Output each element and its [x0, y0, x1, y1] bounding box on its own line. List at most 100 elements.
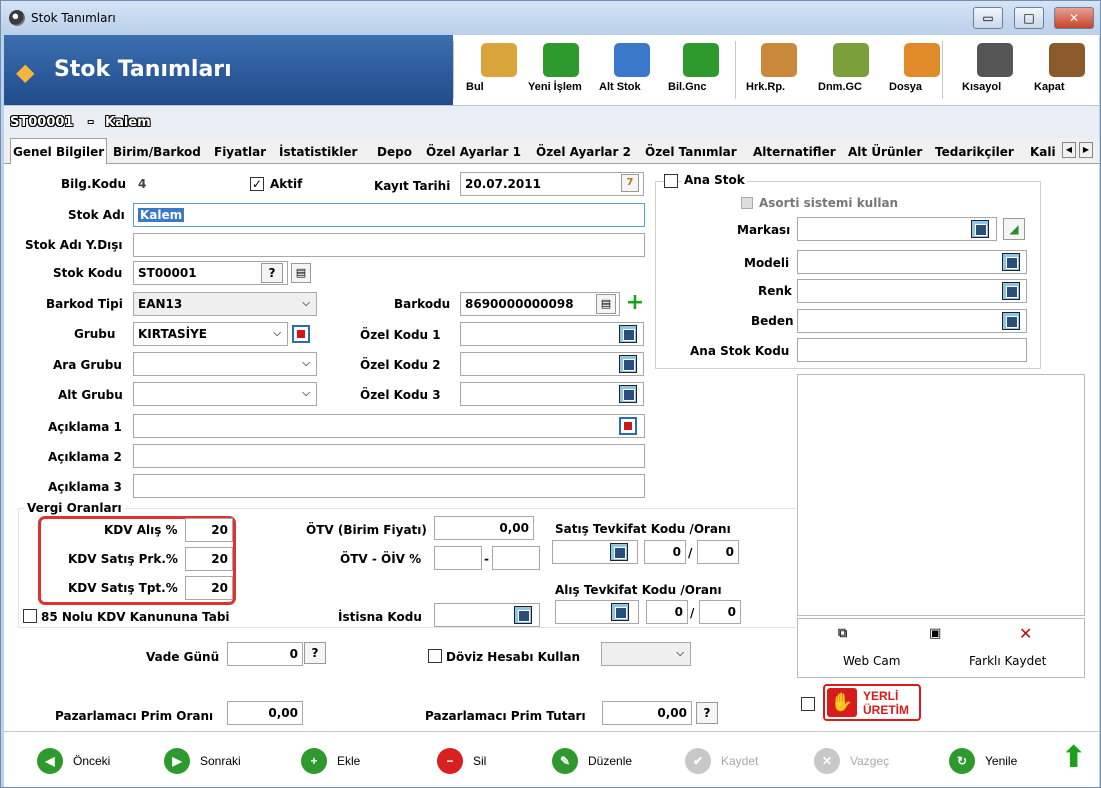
- prim-tutari-field[interactable]: 0,00: [602, 701, 692, 725]
- aciklama-2-field[interactable]: [133, 444, 645, 468]
- barkod-tipi-select[interactable]: EAN13 ⌵: [133, 292, 317, 316]
- tab-5[interactable]: Özel Ayarlar 1: [426, 141, 521, 163]
- ozel-kodu-1-lookup-icon[interactable]: [619, 325, 637, 343]
- beden-field[interactable]: [797, 309, 1027, 333]
- tab-scroll-left-button[interactable]: ◀: [1062, 142, 1076, 158]
- webcam-label[interactable]: Web Cam: [843, 654, 900, 668]
- grubu-lookup-icon[interactable]: [292, 325, 310, 343]
- barkodu-document-icon[interactable]: ▤: [596, 294, 616, 314]
- tab-11[interactable]: Kali: [1030, 141, 1060, 163]
- footer-button-5[interactable]: ✔ Kaydet: [685, 748, 795, 774]
- otv-oiv-field-1[interactable]: [434, 546, 482, 570]
- footer-button-2[interactable]: + Ekle: [301, 748, 411, 774]
- ozel-kodu-1-field[interactable]: [460, 322, 644, 346]
- tab-9[interactable]: Alt Ürünler: [848, 141, 922, 163]
- stok-adi-ydisi-field[interactable]: [133, 233, 645, 257]
- yerli-uretim-checkbox[interactable]: [801, 697, 815, 711]
- vade-gunu-field[interactable]: 0: [227, 642, 303, 666]
- prim-orani-field[interactable]: 0,00: [227, 701, 303, 725]
- toolbar-button-1[interactable]: Yeni İşlem: [528, 35, 594, 105]
- save-as-label[interactable]: Farklı Kaydet: [969, 654, 1046, 668]
- kdv-satis-tpt-field[interactable]: 20: [185, 576, 233, 600]
- save-image-icon[interactable]: ▣: [929, 626, 941, 641]
- tab-8[interactable]: Alternatifler: [753, 141, 836, 163]
- footer-button-0[interactable]: ◀ Önceki: [37, 748, 147, 774]
- kanun-85-checkbox[interactable]: [23, 609, 37, 623]
- delete-image-icon[interactable]: ✕: [1019, 624, 1032, 643]
- kdv-alis-field[interactable]: 20: [185, 518, 233, 542]
- scroll-top-icon[interactable]: ⬆: [1061, 742, 1086, 776]
- modeli-lookup-icon[interactable]: [1002, 253, 1020, 271]
- tab-3[interactable]: İstatistikler: [279, 141, 357, 163]
- alt-grubu-select[interactable]: ⌵: [133, 382, 317, 406]
- toolbar-button-2[interactable]: Alt Stok: [599, 35, 665, 105]
- alis-tevkifat-payda-field[interactable]: 0: [699, 600, 741, 624]
- tab-0[interactable]: Genel Bilgiler: [10, 138, 108, 165]
- aciklama-1-field[interactable]: [133, 414, 645, 438]
- satis-tevkifat-slash: /: [688, 546, 693, 560]
- minimize-button[interactable]: ▭: [973, 7, 1003, 29]
- beden-lookup-icon[interactable]: [1002, 312, 1020, 330]
- modeli-field[interactable]: [797, 250, 1027, 274]
- doviz-select[interactable]: ⌵: [601, 642, 691, 666]
- alis-tevkifat-pay-field[interactable]: 0: [646, 600, 688, 624]
- tab-6[interactable]: Özel Ayarlar 2: [536, 141, 631, 163]
- tab-1[interactable]: Birim/Barkod: [113, 141, 201, 163]
- grubu-select[interactable]: KIRTASİYE ⌵: [133, 322, 288, 346]
- toolbar-button-5[interactable]: Dnm.GC: [818, 35, 884, 105]
- toolbar-button-7[interactable]: Kısayol: [962, 35, 1028, 105]
- markasi-field[interactable]: [797, 217, 997, 241]
- footer-button-3[interactable]: − Sil: [437, 748, 547, 774]
- ozel-kodu-2-field[interactable]: [460, 352, 644, 376]
- istisna-kodu-lookup-icon[interactable]: [514, 606, 532, 624]
- calendar-icon[interactable]: 7: [621, 174, 639, 192]
- aciklama-1-lookup-icon[interactable]: [619, 417, 637, 435]
- close-button[interactable]: ✕: [1054, 7, 1094, 29]
- tab-4[interactable]: Depo: [377, 141, 412, 163]
- ozel-kodu-3-field[interactable]: [460, 382, 644, 406]
- webcam-icon[interactable]: ⧉: [838, 626, 847, 641]
- toolbar-button-6[interactable]: Dosya: [889, 35, 955, 105]
- ozel-kodu-3-lookup-icon[interactable]: [619, 385, 637, 403]
- asorti-checkbox[interactable]: [741, 197, 753, 209]
- toolbar-button-3[interactable]: Bil.Gnc: [668, 35, 734, 105]
- prim-tutari-help-button[interactable]: ?: [696, 702, 718, 724]
- tab-scroll-right-button[interactable]: ▶: [1079, 142, 1093, 158]
- maximize-button[interactable]: □: [1014, 7, 1044, 29]
- renk-field[interactable]: [797, 279, 1027, 303]
- stok-kodu-document-icon[interactable]: ▤: [291, 263, 311, 283]
- alis-tevkifat-lookup-icon[interactable]: [611, 603, 629, 621]
- stok-adi-field[interactable]: Kalem: [133, 203, 645, 227]
- ara-grubu-select[interactable]: ⌵: [133, 352, 317, 376]
- footer-button-7[interactable]: ↻ Yenile: [949, 748, 1059, 774]
- satis-tevkifat-lookup-icon[interactable]: [610, 543, 628, 561]
- footer-button-6[interactable]: ✕ Vazgeç: [814, 748, 924, 774]
- tab-7[interactable]: Özel Tanımlar: [645, 141, 737, 163]
- kdv-satis-prk-field[interactable]: 20: [185, 547, 233, 571]
- renk-lookup-icon[interactable]: [1002, 282, 1020, 300]
- otv-oiv-field-2[interactable]: [492, 546, 540, 570]
- footer-button-1[interactable]: ▶ Sonraki: [164, 748, 274, 774]
- toolbar-button-8[interactable]: Kapat: [1034, 35, 1100, 105]
- otv-birim-field[interactable]: 0,00: [434, 516, 534, 540]
- vade-gunu-help-button[interactable]: ?: [304, 642, 326, 664]
- aktif-checkbox[interactable]: ✓: [250, 177, 264, 191]
- ozel-kodu-2-lookup-icon[interactable]: [619, 355, 637, 373]
- toolbar-button-0[interactable]: Bul: [466, 35, 532, 105]
- footer-button-4[interactable]: ✎ Düzenle: [552, 748, 662, 774]
- product-image-area[interactable]: [797, 374, 1085, 616]
- satis-tevkifat-pay-field[interactable]: 0: [644, 540, 686, 564]
- add-barcode-icon[interactable]: +: [625, 292, 645, 314]
- markasi-extra-icon[interactable]: ◢: [1003, 218, 1025, 240]
- toolbar-button-4[interactable]: Hrk.Rp.: [746, 35, 812, 105]
- satis-tevkifat-payda-field[interactable]: 0: [697, 540, 739, 564]
- tab-2[interactable]: Fiyatlar: [214, 141, 266, 163]
- markasi-lookup-icon[interactable]: [971, 220, 989, 238]
- doviz-checkbox[interactable]: [428, 649, 442, 663]
- stok-kodu-help-button[interactable]: ?: [261, 263, 283, 283]
- ana-stok-kodu-field[interactable]: [797, 338, 1027, 362]
- ana-stok-checkbox[interactable]: [664, 174, 678, 188]
- aciklama-3-field[interactable]: [133, 474, 645, 498]
- tab-10[interactable]: Tedarikçiler: [935, 141, 1014, 163]
- kayit-tarihi-field[interactable]: 20.07.2011: [460, 172, 644, 196]
